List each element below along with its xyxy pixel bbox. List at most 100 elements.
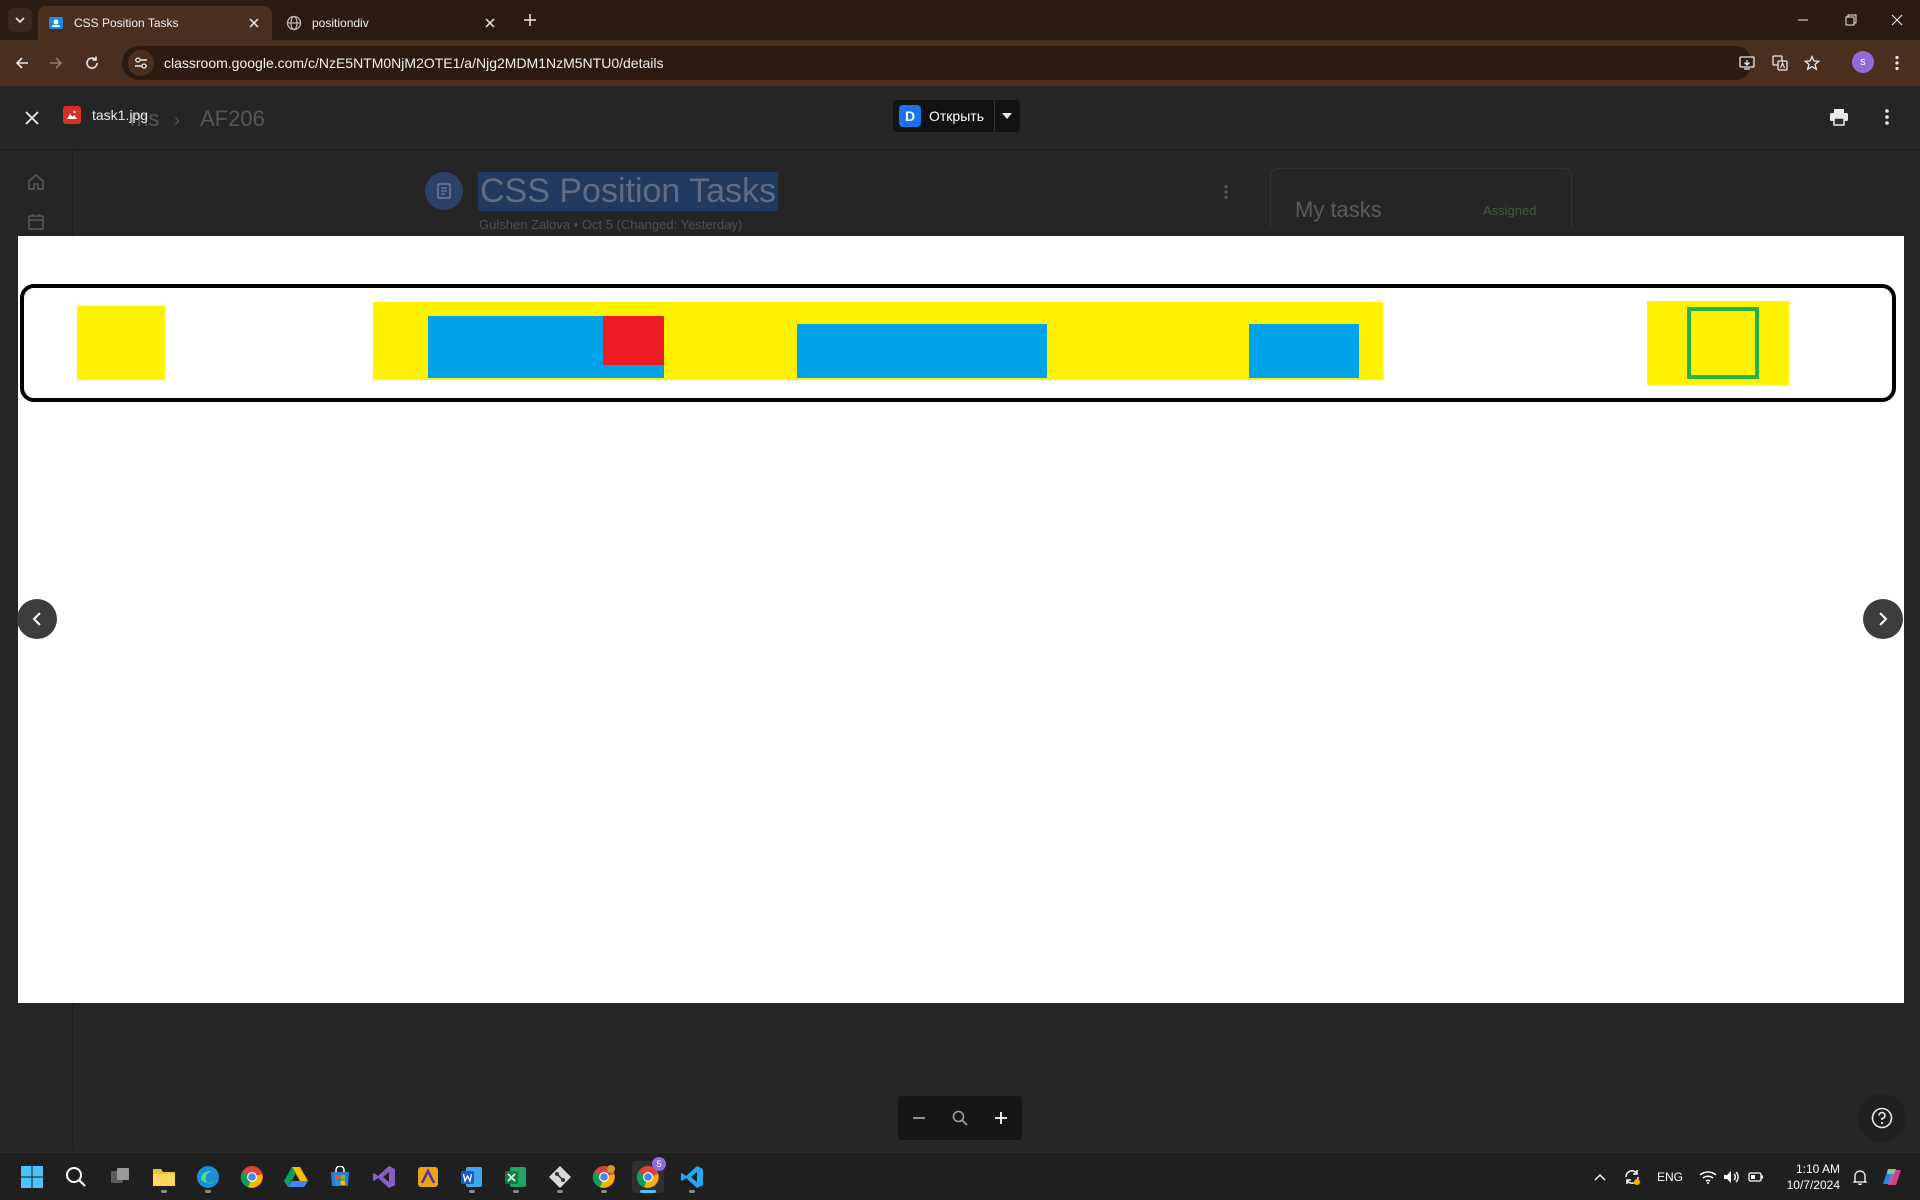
windows-taskbar: 5 ENG 1:10 AM 10/7/2024 [0, 1152, 1920, 1200]
copilot-icon[interactable] [1876, 1161, 1908, 1193]
previewed-image [18, 236, 1904, 1003]
running-indicator [601, 1190, 607, 1193]
my-tasks-card: My tasks Assigned [1270, 168, 1572, 228]
app-7-icon[interactable] [412, 1161, 444, 1193]
profile-avatar[interactable]: s [1852, 51, 1874, 73]
reload-button[interactable] [78, 49, 106, 77]
bookmark-star-icon[interactable] [1795, 46, 1829, 80]
zoom-out-button[interactable] [903, 1102, 935, 1134]
chrome-profile-2-icon[interactable] [588, 1161, 620, 1193]
globe-icon [286, 15, 302, 31]
print-icon [1830, 109, 1848, 126]
running-indicator [513, 1190, 519, 1193]
assignment-icon [425, 172, 463, 210]
profile-badge: 5 [652, 1157, 666, 1171]
tab-css-position-tasks[interactable]: CSS Position Tasks [38, 6, 272, 40]
close-icon [25, 111, 39, 125]
file-name: task1.jpg [92, 107, 149, 123]
tab-search-button[interactable] [8, 8, 32, 32]
previous-file-button[interactable] [17, 599, 57, 639]
file-viewer-toolbar: task1.jpg D Открыть [0, 86, 1920, 146]
clock[interactable]: 1:10 AM 10/7/2024 [1772, 1161, 1840, 1193]
task-view-icon[interactable] [104, 1161, 136, 1193]
arrow-right-icon [50, 57, 63, 69]
windows-start-icon[interactable] [16, 1161, 48, 1193]
image-file-icon [63, 106, 81, 124]
plus-icon [524, 14, 536, 26]
battery-icon[interactable] [1744, 1165, 1768, 1189]
caret-down-icon [1002, 113, 1013, 119]
word-icon[interactable] [456, 1161, 488, 1193]
vscode-icon[interactable] [676, 1161, 708, 1193]
zoom-controls [898, 1096, 1022, 1140]
minimize-icon [1798, 19, 1808, 21]
wifi-icon[interactable] [1696, 1165, 1720, 1189]
address-bar[interactable]: classroom.google.com/c/NzE5NTM0NjM2OTE1/… [122, 46, 1752, 80]
tab-title: CSS Position Tasks [74, 16, 179, 30]
url-text: classroom.google.com/c/NzE5NTM0NjM2OTE1/… [164, 55, 664, 71]
browser-toolbar: classroom.google.com/c/NzE5NTM0NjM2OTE1/… [0, 40, 1920, 86]
my-tasks-title: My tasks [1295, 197, 1382, 222]
open-with-main[interactable]: D Открыть [893, 100, 994, 132]
sync-icon[interactable] [1620, 1165, 1644, 1189]
running-indicator [689, 1190, 695, 1193]
calendar-icon[interactable] [22, 208, 50, 236]
running-indicator [469, 1190, 475, 1193]
restore-icon [1845, 14, 1857, 26]
zoom-reset-button[interactable] [944, 1102, 976, 1134]
forward-button[interactable] [42, 49, 70, 77]
edge-icon[interactable] [192, 1161, 224, 1193]
magnifier-icon [952, 1110, 968, 1126]
close-window-button[interactable] [1874, 0, 1920, 40]
close-icon [1891, 14, 1903, 26]
chrome-profile-3-icon[interactable]: 5 [632, 1157, 666, 1193]
assignment-meta: Gulshen Zalova • Oct 5 (Changed: Yesterd… [479, 217, 743, 232]
docs-app-icon: D [899, 105, 921, 127]
site-info-icon[interactable] [128, 50, 154, 76]
microsoft-store-icon[interactable] [324, 1161, 356, 1193]
back-button[interactable] [8, 49, 36, 77]
minimize-button[interactable] [1780, 0, 1826, 40]
tab-positiondiv[interactable]: positiondiv [276, 6, 508, 40]
open-with-dropdown[interactable] [993, 100, 1020, 132]
open-with-button[interactable]: D Открыть [893, 100, 1020, 132]
search-icon[interactable] [60, 1161, 92, 1193]
print-button[interactable] [1822, 100, 1856, 134]
show-hidden-icons-icon[interactable] [1588, 1165, 1612, 1189]
viewer-more-button[interactable] [1870, 100, 1904, 134]
google-drive-icon[interactable] [280, 1161, 312, 1193]
next-file-button[interactable] [1863, 599, 1903, 639]
close-tab-icon[interactable] [482, 15, 498, 31]
input-language[interactable]: ENG [1656, 1165, 1684, 1189]
clock-date: 10/7/2024 [1786, 1178, 1840, 1192]
more-options-icon[interactable] [1218, 182, 1234, 202]
chevron-right-icon [1879, 612, 1888, 626]
chrome-icon[interactable] [236, 1161, 268, 1193]
task-status: Assigned [1483, 203, 1537, 218]
install-app-icon[interactable] [1730, 46, 1764, 80]
close-tab-icon[interactable] [246, 15, 262, 31]
restore-button[interactable] [1828, 0, 1874, 40]
red-box [603, 316, 664, 365]
clock-time: 1:10 AM [1795, 1162, 1840, 1176]
volume-icon[interactable] [1720, 1165, 1744, 1189]
arrow-left-icon [15, 57, 28, 69]
plus-icon [995, 1112, 1008, 1124]
git-icon[interactable] [544, 1161, 576, 1193]
notification-bell-icon[interactable] [1848, 1165, 1872, 1189]
visual-studio-icon[interactable] [368, 1161, 400, 1193]
zoom-in-button[interactable] [985, 1102, 1017, 1134]
file-explorer-icon[interactable] [148, 1161, 180, 1193]
chrome-menu-icon[interactable] [1880, 46, 1914, 80]
running-indicator [640, 1190, 656, 1193]
excel-icon[interactable] [500, 1161, 532, 1193]
blue-box-2 [797, 324, 1047, 378]
running-indicator [161, 1190, 167, 1193]
more-vertical-icon [1885, 109, 1889, 125]
help-button[interactable] [1858, 1094, 1906, 1142]
new-tab-button[interactable] [518, 8, 542, 32]
translate-icon[interactable] [1763, 46, 1797, 80]
tab-title: positiondiv [312, 16, 369, 30]
home-icon[interactable] [22, 168, 50, 196]
close-viewer-button[interactable] [16, 102, 48, 134]
